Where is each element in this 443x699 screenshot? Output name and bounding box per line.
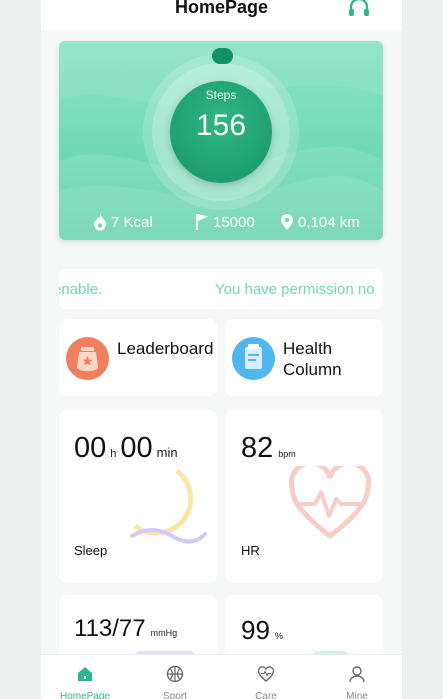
distance-value: 0,104 km [298,213,360,231]
moon-icon [130,469,207,544]
hours-unit: h [110,448,117,460]
app-screen: HomePage Steps 156 7 Kcal 15000 0,104 km… [41,0,402,699]
steps-label: Steps [205,88,237,102]
heart-rate-title: HR [241,543,260,558]
blood-pressure-reading: 113/77 mmHg [74,615,177,643]
bottom-nav: HomePage Sport Care Mine [41,654,402,699]
heart-rate-value: 82 [241,432,274,464]
heart-rate-reading: 82 bpm [241,432,296,465]
leaderboard-card[interactable]: Leaderboard [59,319,217,396]
goal-value: 15000 [213,213,255,231]
notice-text-left: enable. [59,281,103,298]
user-icon [349,666,365,683]
location-pin-icon [281,214,293,230]
progress-knob [212,48,233,64]
blood-oxygen-reading: 99% [241,615,283,646]
minutes-unit: min [156,445,178,460]
flame-icon [94,214,106,231]
nav-sport[interactable]: Sport [139,655,211,699]
medal-icon-graphic [77,347,98,372]
distance-stat: 0,104 km [280,211,360,233]
health-column-label: Health Column [283,339,342,379]
calories-stat: 7 Kcal [93,211,153,233]
flag-icon [196,214,208,230]
blood-pressure-value: 113/77 [74,615,146,642]
sleep-card[interactable]: 00 h 00 min Sleep [59,410,217,583]
calories-value: 7 Kcal [111,213,153,231]
document-icon-graphic [245,344,262,369]
leaderboard-label: Leaderboard [117,339,214,358]
percent-unit: % [274,631,283,641]
blood-oxygen-value: 99 [241,615,270,645]
header: HomePage [41,0,402,30]
permission-notice[interactable]: enable. You have permission no [59,269,383,309]
heart-icon [257,666,275,682]
headset-icon[interactable] [346,0,372,20]
heart-rate-card[interactable]: 82 bpm HR [225,410,383,583]
steps-card[interactable]: Steps 156 7 Kcal 15000 0,104 km [59,41,383,240]
steps-value: 156 [195,109,247,142]
sleep-hours: 00 [74,432,107,464]
nav-care[interactable]: Care [230,655,302,699]
document-icon [232,337,275,380]
basketball-icon [166,665,184,683]
nav-mine[interactable]: Mine [321,655,393,699]
heart-pulse-icon [289,466,371,540]
nav-care-label: Care [255,691,277,699]
notice-text-right: You have permission no [215,281,375,298]
nav-sport-label: Sport [163,691,187,699]
nav-homepage-label: HomePage [59,691,111,699]
home-icon [78,667,92,681]
sleep-title: Sleep [74,543,108,558]
nav-mine-label: Mine [346,691,368,699]
goal-stat: 15000 [195,211,255,233]
sleep-duration: 00 h 00 min [74,432,178,465]
medal-icon [66,337,109,380]
mmhg-unit: mmHg [150,628,178,638]
sleep-minutes: 00 [120,432,153,464]
bpm-unit: bpm [278,449,296,459]
nav-homepage[interactable]: HomePage [49,655,121,699]
health-column-card[interactable]: Health Column [225,319,383,396]
